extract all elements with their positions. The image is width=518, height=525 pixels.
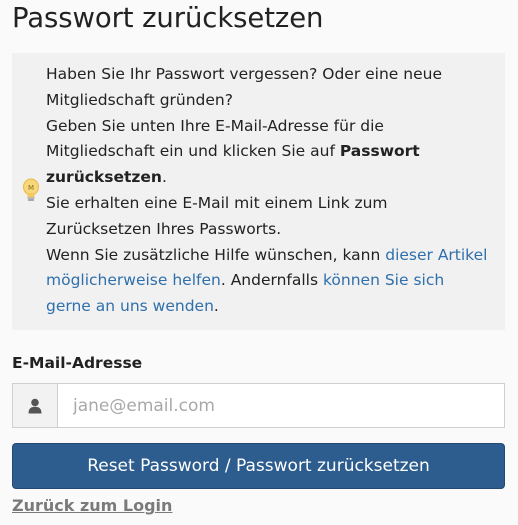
lightbulb-icon: M [23, 178, 39, 201]
contact-us-link[interactable]: können Sie sich [323, 271, 444, 289]
page-title: Passwort zurücksetzen [12, 2, 324, 34]
reset-password-button[interactable]: Reset Password / Passwort zurücksetzen [12, 443, 505, 489]
info-text-segment: . [213, 297, 219, 316]
info-text-segment: Mitgliedschaft ein und klicken Sie auf [46, 142, 340, 161]
info-line: Zurücksetzen Ihres Passworts. [46, 219, 282, 238]
contact-us-link[interactable]: gerne an uns wenden [46, 297, 214, 315]
email-label: E-Mail-Adresse [12, 354, 143, 372]
help-article-link[interactable]: dieser Artikel [385, 246, 487, 264]
info-line: Mitgliedschaft gründen? [46, 90, 233, 109]
info-line: zurücksetzen. [46, 165, 486, 191]
user-icon [28, 398, 42, 413]
back-to-login-link[interactable]: Zurück zum Login [12, 494, 172, 518]
email-input-group [12, 383, 505, 428]
info-line: Haben Sie Ihr Passwort vergessen? Oder e… [46, 65, 442, 83]
info-text: Haben Sie Ihr Passwort vergessen? Oder e… [46, 62, 487, 320]
help-article-link[interactable]: möglicherweise helfen [46, 271, 221, 289]
info-text-segment: . [161, 168, 167, 187]
info-line: möglicherweise helfen. Andernfalls könne… [46, 268, 486, 294]
lightbulb-letter: M [28, 184, 34, 192]
info-box: M Haben Sie Ihr Passwort vergessen? Oder… [12, 53, 505, 330]
email-field[interactable] [58, 384, 504, 427]
info-line: gerne an uns wenden. [46, 294, 486, 320]
info-text-segment: . Andernfalls [220, 271, 323, 290]
info-line: Sie erhalten eine E-Mail mit einem Link … [46, 193, 388, 212]
info-line: Wenn Sie zusätzliche Hilfe wünschen, kan… [46, 243, 487, 269]
info-line: Geben Sie unten Ihre E-Mail-Adresse für … [46, 116, 384, 135]
info-line: Mitgliedschaft ein und klicken Sie auf P… [46, 139, 486, 165]
info-text-segment: Wenn Sie zusätzliche Hilfe wünschen, kan… [46, 245, 386, 264]
info-bold-segment: Passwort [339, 142, 420, 161]
info-bold-segment: zurücksetzen [46, 168, 162, 187]
reset-password-page: Passwort zurücksetzen M Haben Sie Ihr Pa… [0, 0, 518, 525]
email-input-addon [13, 384, 58, 427]
